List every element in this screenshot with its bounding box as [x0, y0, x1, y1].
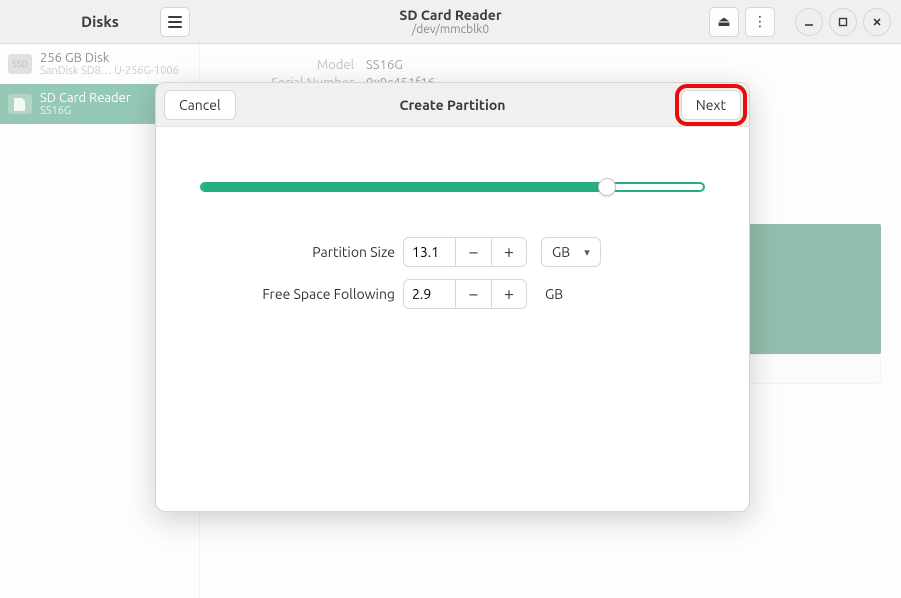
close-button[interactable] [863, 8, 891, 36]
dialog-header: Cancel Create Partition Next [156, 83, 749, 127]
cancel-button[interactable]: Cancel [164, 90, 236, 120]
plus-icon: + [504, 242, 514, 262]
partition-size-decrement[interactable]: − [455, 237, 491, 267]
dialog-title: Create Partition [156, 97, 749, 113]
partition-size-label: Partition Size [200, 244, 395, 260]
app-title: Disks [0, 13, 200, 30]
form-rows: Partition Size − + GB ▾ Free Space Follo… [200, 237, 705, 309]
free-space-row: Free Space Following − + GB [200, 279, 705, 309]
maximize-button[interactable] [829, 8, 857, 36]
create-partition-dialog: Cancel Create Partition Next Partition S… [155, 82, 750, 512]
eject-button[interactable]: ⏏ [709, 7, 739, 37]
device-path: /dev/mmcblk0 [399, 23, 501, 36]
maximize-icon [837, 16, 849, 28]
header-right: ⏏ ⋮ [709, 7, 891, 37]
free-space-unit: GB [545, 286, 563, 302]
close-icon [871, 16, 883, 28]
chevron-down-icon: ▾ [584, 246, 590, 259]
minus-icon: − [468, 284, 478, 304]
partition-size-input[interactable] [403, 237, 455, 267]
minimize-icon [803, 16, 815, 28]
free-space-label: Free Space Following [200, 286, 395, 302]
size-slider[interactable] [200, 177, 705, 197]
kebab-button[interactable]: ⋮ [745, 7, 775, 37]
eject-icon: ⏏ [717, 13, 730, 30]
plus-icon: + [504, 284, 514, 304]
slider-fill [202, 184, 616, 190]
dialog-body: Partition Size − + GB ▾ Free Space Follo… [156, 127, 749, 309]
header-center: SD Card Reader /dev/mmcblk0 [399, 7, 501, 36]
device-title: SD Card Reader [399, 7, 501, 23]
next-button[interactable]: Next [681, 90, 741, 120]
unit-select[interactable]: GB ▾ [541, 237, 601, 267]
free-space-input[interactable] [403, 279, 455, 309]
free-space-increment[interactable]: + [491, 279, 527, 309]
app-header: Disks SD Card Reader /dev/mmcblk0 ⏏ ⋮ [0, 0, 901, 44]
unit-selected-label: GB [552, 244, 570, 260]
free-space-stepper: − + [403, 279, 527, 309]
partition-size-row: Partition Size − + GB ▾ [200, 237, 705, 267]
minus-icon: − [468, 242, 478, 262]
kebab-icon: ⋮ [753, 13, 767, 30]
partition-size-stepper: − + [403, 237, 527, 267]
partition-size-increment[interactable]: + [491, 237, 527, 267]
minimize-button[interactable] [795, 8, 823, 36]
free-space-decrement[interactable]: − [455, 279, 491, 309]
slider-thumb[interactable] [598, 178, 616, 196]
